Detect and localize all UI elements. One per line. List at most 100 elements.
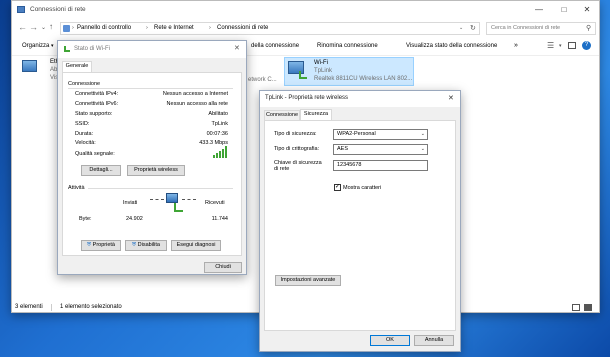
wifi-status-signal-icon [64,46,70,52]
network-partial-label: etwork C... [248,77,277,83]
rename-connection-button[interactable]: Rinomina connessione [317,43,378,49]
refresh-icon[interactable]: ↻ [470,24,476,32]
disable-connection-button[interactable]: della connessione [251,43,299,49]
disable-button[interactable]: ⛨ Disabilita [125,240,167,251]
security-type-label: Tipo di sicurezza: [274,131,317,137]
control-panel-icon [63,25,70,32]
media-state-value: Abilitato [208,111,228,117]
encryption-type-select[interactable]: AES ⌄ [333,144,428,155]
cancel-label: Annulla [424,337,444,343]
show-characters-label: Mostra caratteri [343,185,382,191]
signal-quality-label: Qualità segnale: [75,151,115,157]
properties-button[interactable]: ⛨ Proprietà [81,240,121,251]
breadcrumb-sep-icon: › [209,25,211,31]
security-type-value: WPA2-Personal [337,131,376,137]
network-key-field[interactable]: 12345678 [333,160,428,171]
network-folder-icon [17,6,25,13]
organize-label: Organizza [22,43,50,49]
more-commands-button[interactable]: » [514,42,518,49]
preview-pane-icon[interactable] [568,42,576,49]
minimize-button[interactable]: — [527,1,551,19]
bytes-received-value: 11.744 [211,216,228,222]
search-input[interactable]: Cerca in Connessioni di rete [491,25,560,31]
advanced-settings-label: Impostazioni avanzate [280,277,336,283]
item-count: 3 elementi [15,304,43,310]
cancel-button[interactable]: Annulla [414,335,454,346]
ethernet-item[interactable]: Eth Abi Vist [22,58,62,84]
shield-icon: ⛨ [87,242,92,248]
recent-chevron-icon[interactable]: ⌄ [41,24,46,31]
signal-bar [213,155,215,158]
wireless-properties-button[interactable]: Proprietà wireless [127,165,185,176]
maximize-button[interactable]: □ [552,1,576,19]
close-dialog-label: Chiudi [215,264,231,270]
search-icon: ⚲ [586,25,592,32]
ok-label: OK [386,337,394,343]
close-dialog-button[interactable]: Chiudi [204,262,242,273]
wifi-item[interactable]: Wi-Fi TpLink Realtek 8811CU Wireless LAN… [284,57,414,86]
general-panel: Connessione Connettività IPv4: Nessun ac… [62,72,242,256]
bytes-sent-value: 24.902 [126,216,143,222]
details-button-label: Dettagli... [89,167,113,173]
close-button[interactable]: ✕ [575,1,599,19]
shield-icon: ⛨ [132,242,137,248]
diagnose-label: Esegui diagnosi [176,242,216,248]
help-icon[interactable]: ? [582,41,591,50]
view-chevron-icon[interactable]: ▾ [559,43,562,49]
address-bar[interactable]: › Pannello di controllo › Rete e Interne… [60,22,480,35]
tab-security[interactable]: Sicurezza [300,109,332,120]
network-activity-icon [150,191,196,215]
chevron-down-icon: ⌄ [420,131,425,137]
details-view-icon[interactable] [572,304,580,311]
view-status-button[interactable]: Visualizza stato della connessione [406,43,497,49]
wifi-name: Wi-Fi [314,60,328,66]
breadcrumb-sep-icon: › [72,25,74,31]
tab-general-label: Generale [65,63,89,69]
diagnose-button[interactable]: Esegui diagnosi [171,240,221,251]
security-type-select[interactable]: WPA2-Personal ⌄ [333,129,428,140]
wifi-status-titlebar: Stato di Wi-Fi ✕ [58,41,246,58]
network-key-label-2: di rete [274,166,290,172]
breadcrumb-control-panel[interactable]: Pannello di controllo [77,25,131,31]
wireless-props-close-icon[interactable]: ✕ [448,94,454,102]
wireless-properties-dialog: TpLink - Proprietà rete wireless ✕ Conne… [259,90,461,352]
chevron-down-icon: ▾ [51,43,54,49]
address-dropdown-icon[interactable]: ⌄ [459,25,463,31]
wireless-props-titlebar: TpLink - Proprietà rete wireless ✕ [260,91,460,107]
duration-label: Durata: [75,131,94,137]
forward-arrow-icon[interactable]: → [29,22,38,32]
search-box[interactable]: Cerca in Connessioni di rete ⚲ [486,22,596,35]
signal-bar [216,153,218,158]
connection-divider [68,88,233,89]
tab-connection[interactable]: Connessione [264,110,300,120]
back-arrow-icon[interactable]: ← [18,22,27,32]
up-arrow-icon[interactable]: ↑ [49,22,53,31]
wireless-props-title: TpLink - Proprietà rete wireless [265,95,349,101]
media-state-label: Stato supporto: [75,111,113,117]
wireless-properties-label: Proprietà wireless [134,167,178,173]
disable-label: Disabilita [137,242,160,248]
wifi-status-close-icon[interactable]: ✕ [234,44,240,52]
breadcrumb-network-connections[interactable]: Connessioni di rete [217,25,268,31]
breadcrumb-network-internet[interactable]: Rete e Internet [154,25,194,31]
details-button[interactable]: Dettagli... [81,165,121,176]
ipv6-value: Nessun accesso alla rete [166,101,228,107]
advanced-settings-button[interactable]: Impostazioni avanzate [275,275,341,286]
address-row: ← → ⌄ ↑ › Pannello di controllo › Rete e… [12,20,599,37]
wifi-signal-icon [299,71,307,79]
tab-general[interactable]: Generale [62,61,92,72]
sent-label: Inviati [123,200,138,206]
encryption-type-value: AES [337,146,349,152]
explorer-title: Connessioni di rete [30,6,86,13]
activity-divider [88,188,233,189]
large-icons-view-icon[interactable] [584,304,592,311]
chevron-down-icon: ⌄ [420,146,425,152]
tab-connection-label: Connessione [265,112,299,118]
ok-button[interactable]: OK [370,335,410,346]
status-separator [51,304,52,311]
show-characters-checkbox[interactable]: ✓ [334,184,341,191]
speed-label: Velocità: [75,140,96,146]
signal-bars-icon [213,146,231,158]
view-options-icon[interactable]: ☰ [547,41,554,50]
organize-menu[interactable]: Organizza ▾ [22,43,54,49]
